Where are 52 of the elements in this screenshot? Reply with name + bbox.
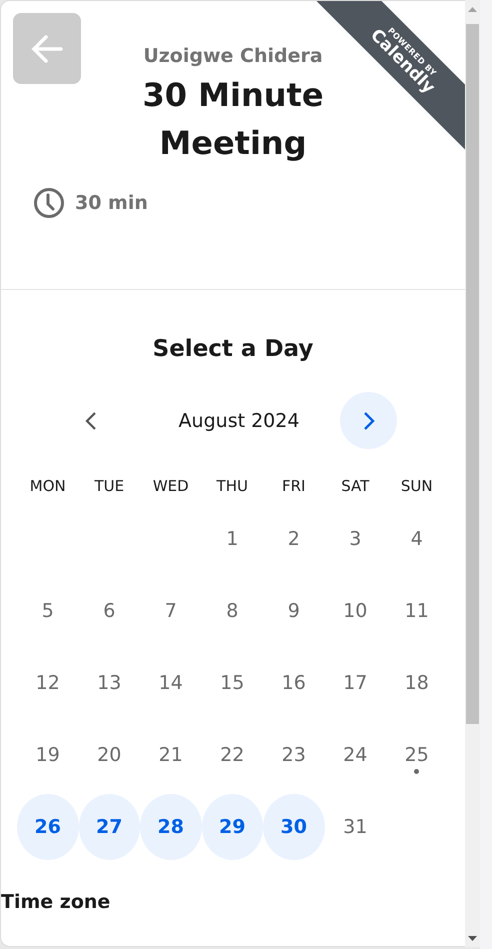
duration-label: 30 min	[75, 192, 148, 214]
host-name: Uzoigwe Chidera	[143, 45, 323, 67]
day-number: 1	[225, 527, 240, 552]
day-number: 9	[286, 599, 301, 624]
day-number: 24	[342, 743, 368, 768]
month-label: August 2024	[178, 410, 300, 432]
day-number: 8	[225, 599, 240, 624]
weekday-label: WED	[152, 477, 190, 497]
day-number: 11	[404, 599, 430, 624]
day-number: 6	[102, 599, 116, 624]
calendar-day[interactable]: 27	[78, 794, 140, 860]
back-button[interactable]	[13, 13, 81, 84]
day-number: 14	[158, 671, 184, 696]
event-title: 30 Minute Meeting	[141, 75, 325, 164]
day-number: 18	[404, 671, 430, 696]
scroll-up-icon[interactable]	[468, 6, 477, 12]
day-number: 3	[348, 527, 362, 552]
day-number: 4	[410, 527, 424, 552]
day-number: 21	[158, 743, 184, 768]
day-number: 12	[34, 671, 61, 696]
day-number: 20	[96, 743, 122, 768]
calendar-day[interactable]: 29	[202, 794, 263, 860]
day-number: 10	[342, 599, 368, 624]
day-number: 2	[286, 527, 301, 552]
back-arrow-icon	[30, 34, 64, 64]
day-number: 19	[34, 743, 61, 768]
calendar-day[interactable]: 26	[17, 794, 78, 860]
day-number: 23	[280, 743, 307, 768]
calendar-day[interactable]: 30	[263, 794, 324, 860]
day-number: 15	[219, 671, 246, 696]
scrollbar[interactable]	[465, 0, 480, 947]
weekday-label: SAT	[340, 477, 370, 497]
weekday-label: TUE	[93, 477, 126, 497]
day-number: 22	[219, 743, 246, 768]
weekday-label: THU	[216, 477, 249, 497]
clock-icon	[33, 187, 65, 219]
calendar-day[interactable]: 28	[140, 794, 202, 860]
day-number: 25	[404, 743, 430, 768]
day-number: 17	[342, 671, 368, 696]
day-number: 31	[342, 815, 368, 840]
day-number: 5	[40, 599, 55, 624]
day-number: 13	[96, 671, 122, 696]
day-number: 7	[164, 599, 178, 624]
calendar-heading: Select a Day	[152, 336, 314, 362]
weekday-label: FRI	[281, 477, 306, 497]
weekday-label: SUN	[400, 477, 434, 497]
time-zone-label: Time zone	[1, 891, 112, 913]
scroll-down-icon[interactable]	[468, 936, 477, 940]
chevron-right-icon	[362, 410, 374, 430]
chevron-left-icon	[85, 410, 97, 430]
weekday-label: MON	[28, 477, 67, 497]
day-number: 16	[280, 671, 307, 696]
